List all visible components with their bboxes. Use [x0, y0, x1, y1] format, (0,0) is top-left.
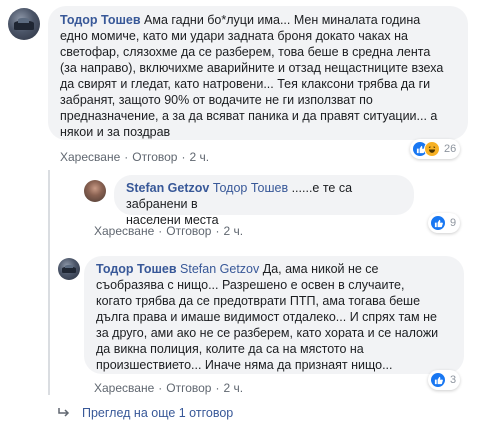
comment-author[interactable]: Тодор Тошев [96, 262, 177, 276]
reply-link[interactable]: Отговор [132, 150, 177, 164]
comment-text-line: произшествието... Иначе няма да признаят… [96, 358, 393, 372]
reaction-summary[interactable]: 26 [410, 139, 461, 159]
timestamp[interactable]: 2 ч. [223, 381, 243, 395]
reaction-count: 3 [450, 374, 457, 386]
comment-text-line: да викна полиция, колите да са на мястот… [96, 342, 364, 356]
mention-link[interactable]: Тодор Тошев [213, 181, 288, 195]
reaction-count: 9 [450, 217, 457, 229]
mention-link[interactable]: Stefan Getzov [180, 262, 259, 276]
thread-line [48, 170, 50, 395]
reaction-summary[interactable]: 3 [428, 370, 461, 390]
reply-link[interactable]: Отговор [166, 224, 211, 238]
comment-author[interactable]: Stefan Getzov [126, 181, 209, 195]
reaction-summary[interactable]: 9 [428, 213, 461, 233]
comment-text-line: съобразява с нищо... Разрешено е освен в… [96, 278, 405, 292]
like-link[interactable]: Харесване [94, 224, 154, 238]
like-link[interactable]: Харесване [94, 381, 154, 395]
comment-actions: Харесване · Отговор · 2 ч. [94, 224, 244, 238]
comment-text-line: дълга права и имаше видимост отдалеко...… [96, 310, 437, 324]
comment-text-line: светофар, слязохме да се разберем, това … [60, 45, 431, 59]
timestamp[interactable]: 2 ч. [189, 150, 209, 164]
comment-text-line: предназначение, а за да всяват паника и … [60, 109, 438, 123]
comment-text-line: за друго, ами ако не се разберем, като х… [96, 326, 439, 340]
avatar[interactable] [84, 180, 106, 202]
comment-actions: Харесване · Отговор · 2 ч. [60, 150, 210, 164]
comment-text-line: Ама гадни бо*луци има... Мен миналата го… [144, 13, 421, 27]
comment-actions: Харесване · Отговор · 2 ч. [94, 381, 244, 395]
comment-text-line: (за направо), включихме аварийните и отз… [60, 61, 444, 75]
haha-icon [424, 141, 440, 157]
comment-text-line: когато трябва да се предотврати ПТП, ама… [96, 294, 421, 308]
thumbs-up-icon [430, 372, 446, 388]
view-more-replies[interactable]: Преглед на още 1 отговор [58, 405, 233, 420]
comment-text-line: Да, ама никой не се [262, 262, 379, 276]
timestamp[interactable]: 2 ч. [223, 224, 243, 238]
reaction-count: 26 [444, 143, 457, 155]
comment-text-line: да свирят и гледат, като натровени... Те… [60, 77, 431, 91]
reply-link[interactable]: Отговор [166, 381, 211, 395]
comment-text-line: едно момиче, като ми удари задната броня… [60, 29, 408, 43]
view-more-replies-label[interactable]: Преглед на още 1 отговор [82, 406, 233, 420]
like-link[interactable]: Харесване [60, 150, 120, 164]
comment-bubble: Stefan Getzov Тодор Тошев ......е те са … [114, 175, 414, 227]
comment-author[interactable]: Тодор Тошев [60, 13, 141, 27]
comment-text-line: някои и за поздрав [60, 125, 171, 139]
thumbs-up-icon [430, 215, 446, 231]
comment-bubble: Тодор Тошев Ама гадни бо*луци има... Мен… [48, 6, 468, 140]
comment-bubble: Тодор Тошев Stefan Getzov Да, ама никой … [84, 256, 464, 374]
avatar[interactable] [58, 258, 80, 280]
avatar[interactable] [8, 8, 40, 40]
reply-arrow-icon [58, 405, 70, 420]
comment-text-line: забранят, защото 90% от водачите не ги и… [60, 93, 373, 107]
